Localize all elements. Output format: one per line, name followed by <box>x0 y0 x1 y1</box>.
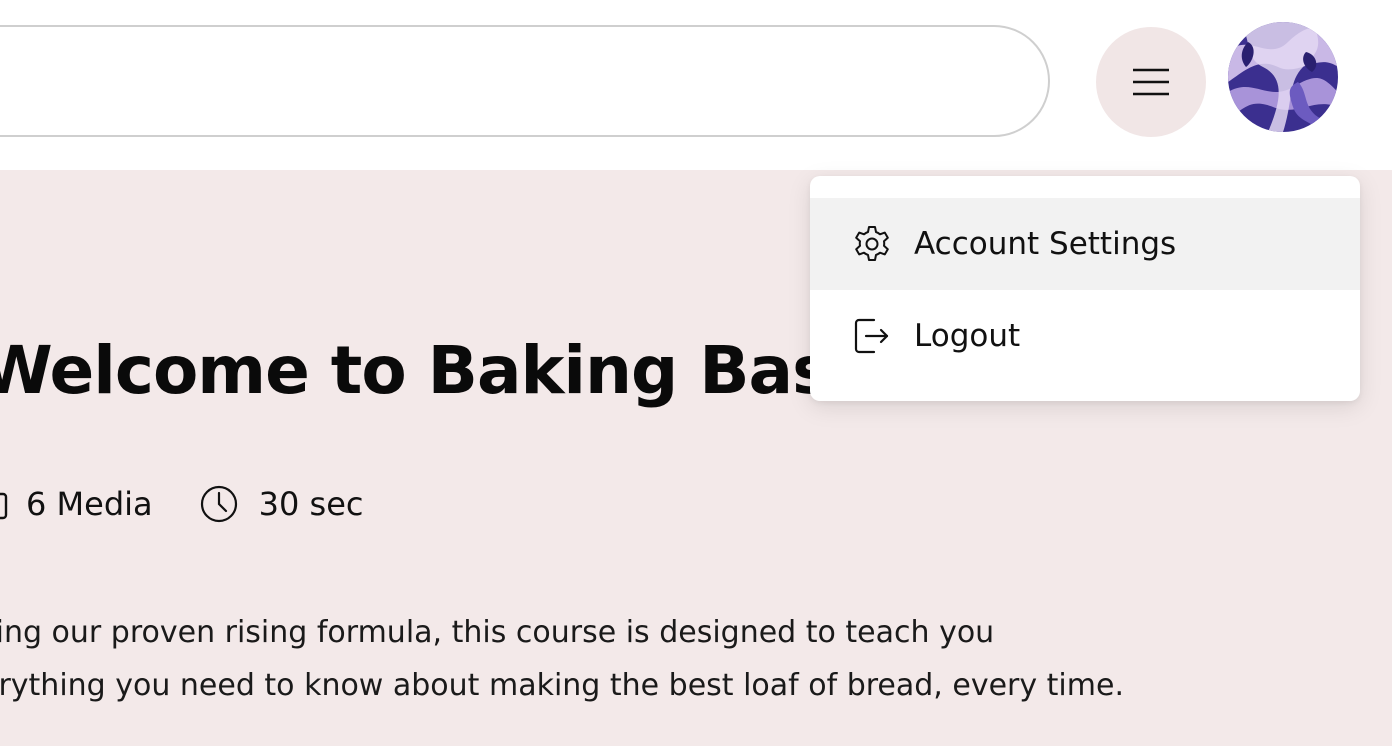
menu-item-label: Logout <box>914 318 1021 354</box>
menu-item-account-settings[interactable]: Account Settings <box>810 198 1360 290</box>
duration-label: 30 sec <box>258 485 364 523</box>
media-icon <box>0 492 8 520</box>
avatar[interactable] <box>1228 22 1338 132</box>
description-line: erything you need to know about making t… <box>0 668 1124 703</box>
hamburger-menu-icon <box>1133 68 1169 96</box>
avatar-image <box>1228 22 1338 132</box>
course-meta: 6 Media 30 sec <box>0 480 363 528</box>
account-dropdown-menu: Account Settings Logout <box>810 176 1360 401</box>
clock-icon <box>200 485 237 523</box>
description-line: sing our proven rising formula, this cou… <box>0 615 995 650</box>
menu-item-logout[interactable]: Logout <box>810 290 1360 382</box>
search-input[interactable] <box>0 25 1050 137</box>
page-title: Welcome to Baking Bas <box>0 332 831 409</box>
top-header <box>0 0 1392 170</box>
duration: 30 sec <box>153 484 364 524</box>
course-description: sing our proven rising formula, this cou… <box>0 606 1280 712</box>
menu-button[interactable] <box>1096 27 1206 137</box>
menu-item-label: Account Settings <box>914 226 1177 262</box>
gear-icon <box>855 226 889 261</box>
media-count: 6 Media <box>0 484 153 524</box>
media-count-label: 6 Media <box>26 485 153 523</box>
page: Welcome to Baking Bas 6 Media 30 sec sin… <box>0 0 1392 746</box>
logout-icon <box>854 318 889 354</box>
